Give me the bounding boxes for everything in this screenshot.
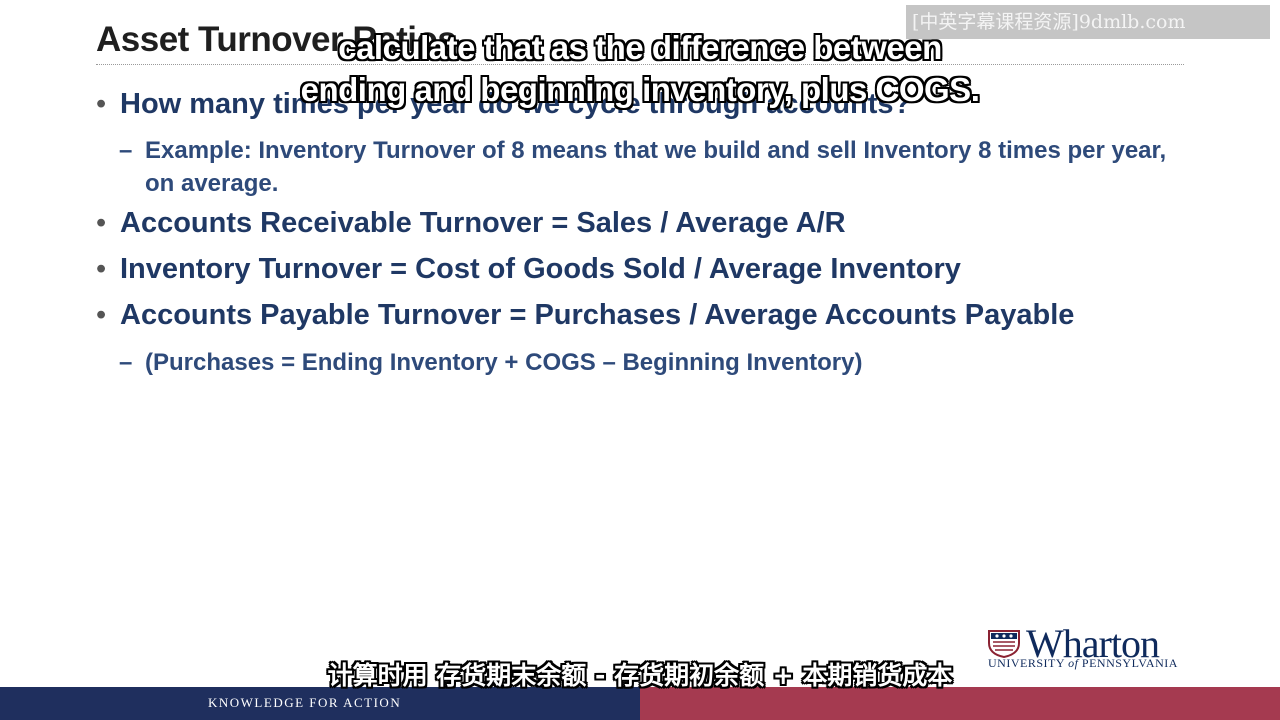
- bullet-item: Accounts Payable Turnover = Purchases / …: [96, 299, 1074, 332]
- bullet-item: Inventory Turnover = Cost of Goods Sold …: [96, 253, 961, 286]
- sub-bullet-item: Example: Inventory Turnover of 8 means t…: [119, 134, 1175, 200]
- subtitle-english-line-1: calculate that as the difference between: [338, 29, 942, 66]
- sub-bullet-item: (Purchases = Ending Inventory + COGS – B…: [119, 346, 1175, 379]
- subtitle-english-line-2: ending and beginning inventory, plus COG…: [300, 71, 980, 108]
- lecture-slide: Asset Turnover Ratios [中英字幕课程资源]9dmlb.co…: [0, 0, 1280, 720]
- penn-shield-icon: [988, 630, 1020, 658]
- footer-tagline: KNOWLEDGE FOR ACTION: [208, 695, 402, 710]
- bullet-item: Accounts Receivable Turnover = Sales / A…: [96, 207, 846, 240]
- subtitle-chinese: 计算时用 存货期末余额 - 存货期初余额 + 本期销货成本: [327, 661, 953, 690]
